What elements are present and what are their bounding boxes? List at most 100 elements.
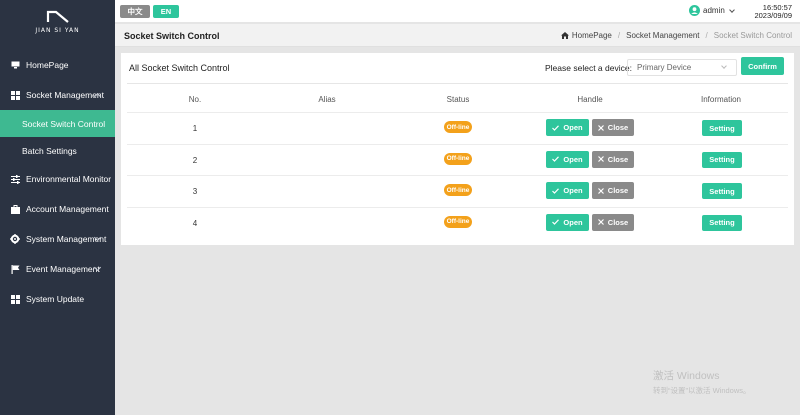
logo-text: JIAN SI YAN [35,27,80,34]
check-icon [552,156,560,162]
sidebar-subitem-batch-settings[interactable]: Batch Settings [0,137,115,164]
socket-control-card: All Socket Switch Control Please select … [121,53,794,245]
close-button[interactable]: Close [592,119,634,136]
column-header-no: No. [188,95,202,104]
lang-zh-button[interactable]: 中文 [120,5,150,18]
username: admin [703,6,725,15]
logo-mark-icon [46,10,69,23]
open-button[interactable]: Open [546,119,589,136]
open-label: Open [563,186,583,195]
sidebar-item-system-management[interactable]: System Management [0,224,115,254]
sidebar-item-event-management[interactable]: Event Management [0,254,115,284]
briefcase-icon [10,204,20,214]
clock: 16:50:57 2023/09/09 [754,4,792,20]
check-icon [552,124,560,131]
sidebar: JIAN SI YAN HomePage Socket Management S… [0,0,115,415]
column-header-information: Information [700,95,742,104]
avatar-icon [689,5,700,16]
breadcrumb-current: Socket Switch Control [713,31,792,40]
page-header: Socket Switch Control HomePage / Socket … [115,24,800,47]
table-row: 2 Off-line Open Close Setting [127,143,788,175]
status-badge: Off-line [444,184,472,196]
table-row: 3 Off-line Open Close Setting [127,175,788,206]
check-icon [552,187,560,194]
close-icon [597,187,604,194]
sidebar-item-label: Account Management [26,204,109,214]
setting-button[interactable]: Setting [702,183,742,199]
home-icon [560,32,569,39]
grid-icon [10,90,20,100]
user-menu[interactable]: admin [689,5,735,16]
column-header-handle: Handle [577,95,603,104]
flag-icon [10,264,20,274]
close-icon [597,219,604,225]
breadcrumb-separator: / [617,31,621,40]
device-select-value: Primary Device [637,63,692,72]
column-header-alias: Alias [318,95,336,104]
cell-no: 4 [192,218,198,228]
divider [127,83,788,84]
sidebar-item-label: Environmental Monitor [26,174,112,184]
close-icon [597,156,604,162]
table-row: 4 Off-line Open Close Setting [127,206,788,238]
grid-icon [10,294,20,304]
device-label: Please select a device: [545,63,632,73]
table-header: No. Alias Status Handle Information [127,90,788,112]
setting-button[interactable]: Setting [702,151,742,168]
close-label: Close [607,154,629,164]
close-label: Close [607,186,629,195]
setting-button[interactable]: Setting [702,214,742,231]
close-icon [597,124,604,131]
sliders-icon [10,174,20,184]
topbar: 中文 EN admin 16:50:57 2023/09/09 [115,0,800,22]
column-header-status: Status [446,95,470,104]
sidebar-subitem-socket-switch-control[interactable]: Socket Switch Control [0,110,115,137]
status-badge: Off-line [444,215,472,228]
breadcrumb-separator: / [705,31,708,40]
table-row: 1 Off-line Open Close Setting [127,112,788,143]
close-label: Close [607,123,629,132]
sidebar-item-label: Socket Management [26,90,104,100]
sidebar-item-label: System Update [26,294,85,304]
sidebar-item-account-management[interactable]: Account Management [0,194,115,224]
open-label: Open [563,154,583,164]
watermark-line-2: 转到“设置”以激活 Windows。 [653,386,751,395]
sidebar-item-homepage[interactable]: HomePage [0,50,115,80]
confirm-button[interactable]: Confirm [741,57,784,75]
cell-no: 1 [192,124,198,133]
close-button[interactable]: Close [592,150,634,168]
open-label: Open [563,217,583,227]
sidebar-item-system-update[interactable]: System Update [0,284,115,314]
logo: JIAN SI YAN [0,0,115,40]
windows-activation-watermark: 激活 Windows 转到“设置”以激活 Windows。 [653,368,751,396]
close-button[interactable]: Close [592,182,634,199]
chevron-down-icon [728,6,735,13]
cell-no: 3 [192,187,198,196]
chevron-down-icon [721,63,727,69]
lang-en-button[interactable]: EN [153,5,179,18]
gear-icon [10,234,20,244]
open-button[interactable]: Open [546,150,589,168]
sidebar-item-label: HomePage [26,60,69,70]
breadcrumb-homepage[interactable]: HomePage [572,31,612,40]
sidebar-item-environmental-monitor[interactable]: Environmental Monitor [0,164,115,194]
close-button[interactable]: Close [592,213,634,231]
page-title: Socket Switch Control [124,31,220,41]
device-select[interactable]: Primary Device [627,59,737,76]
sidebar-item-socket-management[interactable]: Socket Management [0,80,115,110]
check-icon [552,219,560,225]
monitor-icon [10,60,20,70]
watermark-line-1: 激活 Windows [653,370,720,382]
close-label: Close [607,217,629,227]
setting-button[interactable]: Setting [702,120,742,136]
status-badge: Off-line [444,121,472,133]
clock-date: 2023/09/09 [754,11,792,20]
cell-no: 2 [192,155,198,165]
breadcrumb-socket-management[interactable]: Socket Management [626,31,699,40]
open-button[interactable]: Open [546,213,589,231]
open-button[interactable]: Open [546,182,589,199]
open-label: Open [563,123,583,132]
card-title: All Socket Switch Control [129,63,230,73]
sidebar-nav: HomePage Socket Management Socket Switch… [0,50,115,314]
breadcrumb: HomePage / Socket Management / Socket Sw… [560,31,792,40]
